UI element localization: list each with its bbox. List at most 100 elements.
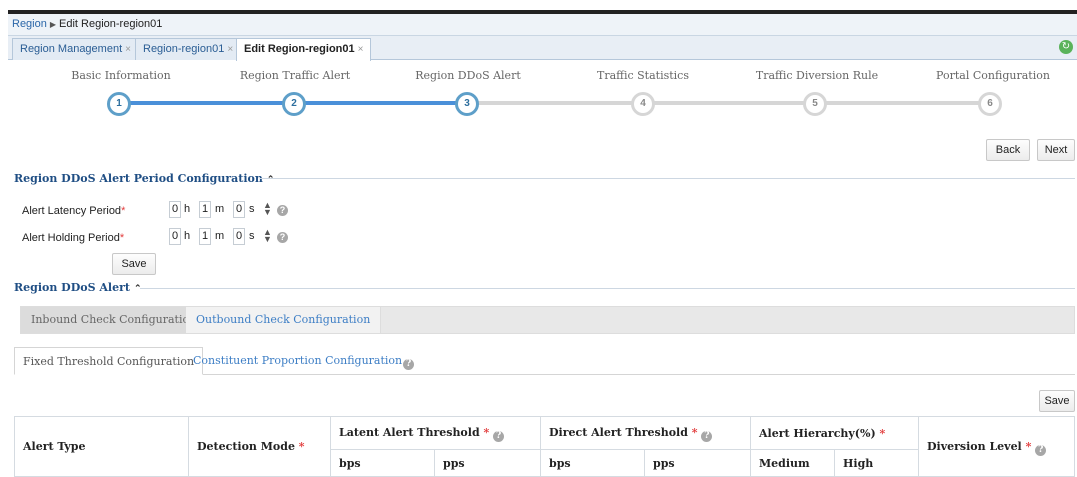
label-text: Alert Holding Period xyxy=(22,232,120,244)
tab-label: Edit Region-region01 xyxy=(244,43,355,55)
breadcrumb-arrow-icon: ▶ xyxy=(49,20,57,29)
section-title-text: Region DDoS Alert Period Configuration xyxy=(14,172,263,185)
period-save-button[interactable]: Save xyxy=(112,253,156,275)
required-marker: * xyxy=(298,440,305,453)
label-text: Alert Latency Period xyxy=(22,205,122,217)
tab-region-management[interactable]: Region Management × xyxy=(12,38,139,60)
latency-minutes-input[interactable]: 1 xyxy=(199,201,211,218)
step-label-region-traffic-alert[interactable]: Region Traffic Alert xyxy=(220,69,370,82)
breadcrumb-root[interactable]: Region xyxy=(12,18,47,30)
header-latent-bps: bps xyxy=(330,449,435,477)
refresh-icon[interactable]: ↻ xyxy=(1059,40,1073,54)
required-marker: * xyxy=(121,205,126,217)
spinner-icon[interactable]: ▲ ▼ xyxy=(263,228,272,244)
step-label-portal-configuration[interactable]: Portal Configuration xyxy=(918,69,1068,82)
step-circle-3[interactable]: 3 xyxy=(455,92,479,116)
header-hierarchy-medium: Medium xyxy=(750,449,835,477)
required-marker: * xyxy=(119,232,125,244)
alert-latency-label: Alert Latency Period* xyxy=(22,205,125,217)
step-connector xyxy=(304,101,456,105)
breadcrumb-current: Edit Region-region01 xyxy=(59,18,163,30)
back-button[interactable]: Back xyxy=(986,139,1030,161)
section-divider xyxy=(260,178,1075,179)
period-section-title[interactable]: Region DDoS Alert Period Configuration ⌃ xyxy=(14,172,274,185)
help-icon[interactable]: ? xyxy=(277,205,288,216)
latency-seconds-input[interactable]: 0 xyxy=(233,201,245,218)
step-circle-5[interactable]: 5 xyxy=(803,92,827,116)
step-label-basic-information[interactable]: Basic Information xyxy=(46,69,196,82)
close-icon[interactable]: × xyxy=(125,44,131,55)
header-diversion-level: Diversion Level * ? xyxy=(918,416,1075,477)
header-latent-pps: pps xyxy=(434,449,541,477)
unit-hours: h xyxy=(184,203,191,215)
help-icon[interactable]: ? xyxy=(701,431,713,442)
required-marker: * xyxy=(879,426,886,440)
unit-seconds: s xyxy=(249,203,255,215)
step-connector xyxy=(129,101,283,105)
step-circle-1[interactable]: 1 xyxy=(107,92,131,116)
header-direct-threshold: Direct Alert Threshold * ? xyxy=(540,416,751,450)
tab-constituent-proportion[interactable]: Constituent Proportion Configuration? xyxy=(185,347,422,375)
step-connector xyxy=(653,101,804,105)
section-title-text: Region DDoS Alert xyxy=(14,281,130,294)
latency-hours-input[interactable]: 0 xyxy=(169,201,181,218)
help-icon[interactable]: ? xyxy=(277,232,288,243)
unit-hours: h xyxy=(184,230,191,242)
required-marker: * xyxy=(483,426,490,439)
step-label-traffic-diversion-rule[interactable]: Traffic Diversion Rule xyxy=(742,69,892,82)
header-text: Direct Alert Threshold xyxy=(549,426,688,439)
header-alert-type: Alert Type xyxy=(14,416,189,477)
header-direct-bps: bps xyxy=(540,449,645,477)
header-text: Latent Alert Threshold xyxy=(339,426,480,439)
tab-label: Region-region01 xyxy=(143,43,225,55)
check-config-tabs: Inbound Check Configuration Outbound Che… xyxy=(20,306,1075,334)
unit-minutes: m xyxy=(215,230,225,242)
header-text: Alert Hierarchy(%) xyxy=(759,426,876,440)
step-connector xyxy=(825,101,979,105)
unit-seconds: s xyxy=(249,230,255,242)
help-icon[interactable]: ? xyxy=(403,359,415,370)
step-label-traffic-statistics[interactable]: Traffic Statistics xyxy=(568,69,718,82)
holding-hours-input[interactable]: 0 xyxy=(169,228,181,245)
step-connector xyxy=(477,101,632,105)
step-label-region-ddos-alert[interactable]: Region DDoS Alert xyxy=(393,69,543,82)
tab-fixed-threshold[interactable]: Fixed Threshold Configuration xyxy=(14,347,204,375)
tab-inbound-check[interactable]: Inbound Check Configuration xyxy=(21,307,207,333)
chevron-up-icon[interactable]: ⌃ xyxy=(134,284,142,294)
alert-section-title[interactable]: Region DDoS Alert ⌃ xyxy=(14,281,142,294)
step-circle-4[interactable]: 4 xyxy=(631,92,655,116)
required-marker: * xyxy=(691,426,698,439)
tab-label: Region Management xyxy=(20,43,123,55)
alert-save-button[interactable]: Save xyxy=(1039,390,1075,412)
header-text: Detection Mode xyxy=(197,440,295,453)
alert-holding-label: Alert Holding Period* xyxy=(22,232,124,244)
step-circle-2[interactable]: 2 xyxy=(282,92,306,116)
help-icon[interactable]: ? xyxy=(1035,444,1047,456)
next-button[interactable]: Next xyxy=(1037,139,1075,161)
holding-seconds-input[interactable]: 0 xyxy=(233,228,245,245)
close-icon[interactable]: × xyxy=(358,44,364,55)
close-icon[interactable]: × xyxy=(227,44,233,55)
threshold-tabs: Fixed Threshold Configuration Constituen… xyxy=(14,347,1075,375)
header-latent-threshold: Latent Alert Threshold * ? xyxy=(330,416,541,450)
header-alert-hierarchy: Alert Hierarchy(%) * xyxy=(750,416,919,450)
tab-edit-region-region01[interactable]: Edit Region-region01 × xyxy=(236,38,372,61)
section-divider xyxy=(140,288,1075,289)
help-icon[interactable]: ? xyxy=(493,431,505,442)
header-detection-mode: Detection Mode * xyxy=(188,416,331,477)
header-text: Diversion Level xyxy=(927,439,1022,453)
spinner-icon[interactable]: ▲ ▼ xyxy=(263,201,272,217)
header-hierarchy-high: High xyxy=(834,449,919,477)
holding-minutes-input[interactable]: 1 xyxy=(199,228,211,245)
unit-minutes: m xyxy=(215,203,225,215)
required-marker: * xyxy=(1025,439,1032,453)
tab-region-region01[interactable]: Region-region01 × xyxy=(135,38,242,60)
tab-label: Constituent Proportion Configuration xyxy=(193,354,403,367)
chevron-up-icon[interactable]: ⌃ xyxy=(267,175,275,185)
header-direct-pps: pps xyxy=(644,449,751,477)
tab-outbound-check[interactable]: Outbound Check Configuration xyxy=(186,307,382,333)
step-circle-6[interactable]: 6 xyxy=(978,92,1002,116)
breadcrumb: Region ▶ Edit Region-region01 xyxy=(8,10,1077,36)
threshold-table: Alert Type Detection Mode * Latent Alert… xyxy=(14,416,1075,477)
tab-bar: Region Management × Region-region01 × Edit… xyxy=(8,36,1077,61)
